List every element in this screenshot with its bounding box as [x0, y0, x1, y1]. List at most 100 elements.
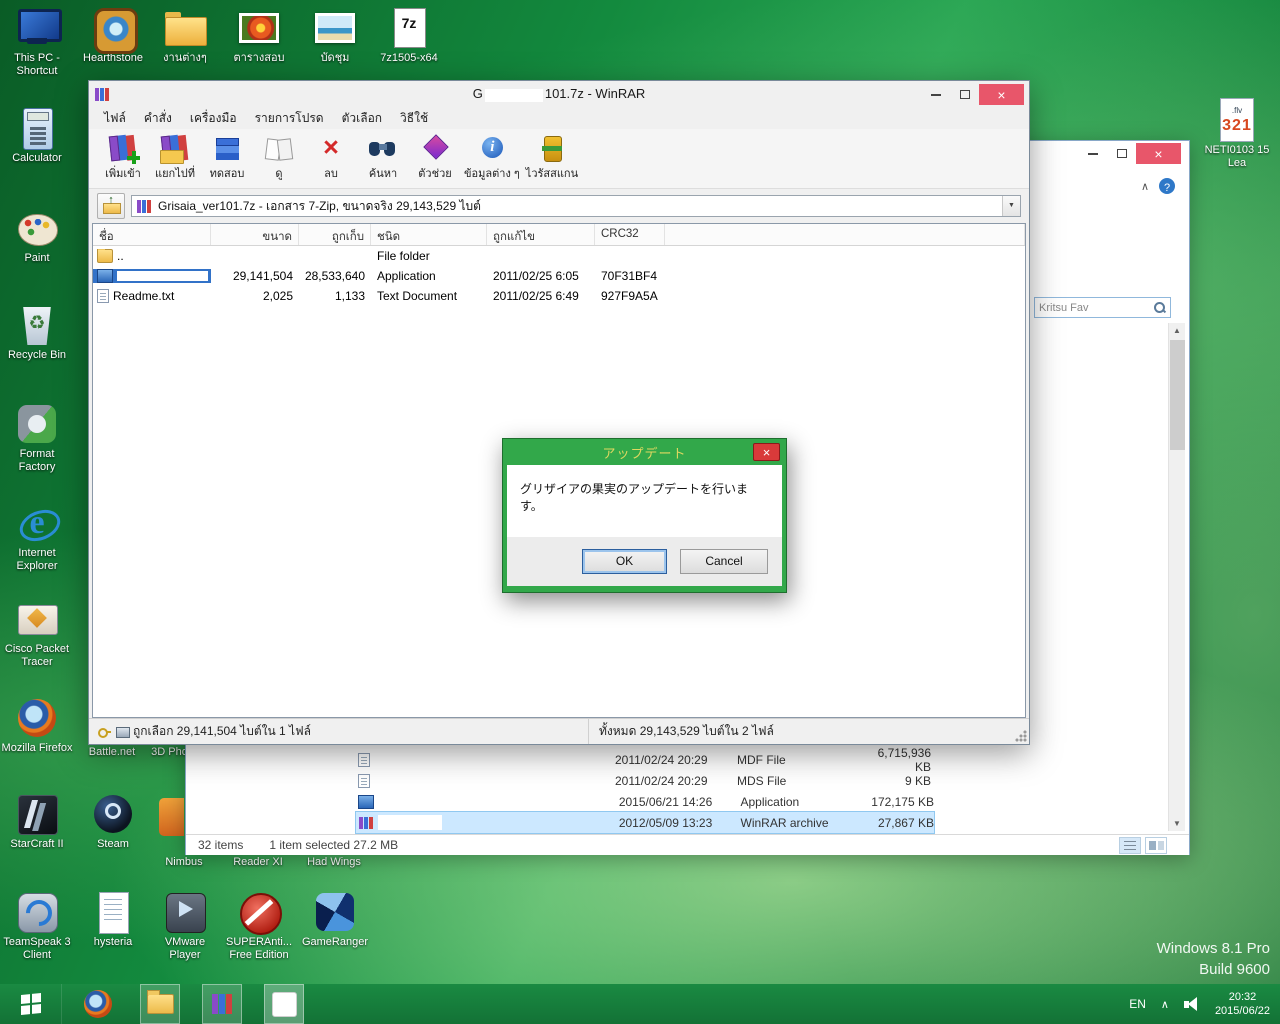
column-header-crc32[interactable]: CRC32	[595, 224, 665, 245]
desktop-icon-this-pc[interactable]: This PC - Shortcut	[0, 6, 74, 78]
desktop-icon-7zip-installer[interactable]: 7z1505-x64	[372, 6, 446, 65]
extract-to-button[interactable]: แยกไปที่	[149, 132, 201, 183]
language-indicator[interactable]: EN	[1129, 997, 1146, 1011]
maximize-button[interactable]	[950, 84, 979, 105]
update-dialog[interactable]: アップデート グリザイアの果実のアップデートを行います。 OK Cancel	[502, 438, 787, 593]
flv-badge: 321	[1222, 116, 1252, 134]
maximize-button[interactable]	[1107, 143, 1136, 164]
menu-favorites[interactable]: รายการโปรด	[246, 107, 333, 130]
cancel-button[interactable]: Cancel	[680, 549, 768, 574]
desktop-icon-neti-flv[interactable]: .flv 321 NETI0103 15 Lea	[1200, 98, 1274, 170]
scroll-up-arrow-icon[interactable]	[1169, 323, 1185, 338]
menu-commands[interactable]: คำสั่ง	[135, 107, 181, 130]
show-hidden-icons-chevron[interactable]	[1161, 995, 1169, 1013]
wizard-button[interactable]: ตัวช่วย	[409, 132, 461, 183]
start-button[interactable]	[0, 984, 62, 1024]
explorer-file-row-selected[interactable]: 2012/05/09 13:23 WinRAR archive 27,867 K…	[355, 811, 935, 834]
desktop-icon-teamspeak[interactable]: TeamSpeak 3 Client	[0, 890, 74, 962]
dialog-title-bar[interactable]: アップデート	[507, 439, 782, 465]
view-button[interactable]: ดู	[253, 132, 305, 183]
icons-view-button[interactable]	[1145, 837, 1167, 854]
desktop-icon-hysteria[interactable]: hysteria	[76, 890, 150, 949]
desktop-icon-label-hadwings[interactable]: Had Wings	[294, 856, 374, 869]
desktop-icon-firefox[interactable]: Mozilla Firefox	[0, 696, 74, 755]
close-button[interactable]	[1136, 143, 1181, 164]
desktop-icon-superantispyware[interactable]: SUPERAnti... Free Edition	[222, 890, 296, 962]
ribbon-collapse-icon[interactable]	[1141, 177, 1149, 195]
desktop-icon-work-folder[interactable]: งานต่างๆ	[148, 6, 222, 65]
scrollbar-thumb[interactable]	[1170, 340, 1185, 450]
disk-icon[interactable]	[115, 724, 130, 739]
ok-button[interactable]: OK	[582, 549, 667, 574]
virus-scan-button[interactable]: ไวรัสสแกน	[523, 132, 581, 183]
desktop-icon-photo-flower[interactable]: ตารางสอบ	[222, 6, 296, 65]
explorer-file-row[interactable]: 2015/06/21 14:26 Application 172,175 KB	[356, 791, 934, 812]
file-row-up-dir[interactable]: .. File folder	[93, 246, 1025, 266]
desktop-icon-steam[interactable]: Steam	[76, 792, 150, 851]
close-button[interactable]	[979, 84, 1024, 105]
key-icon[interactable]	[97, 724, 112, 739]
test-button[interactable]: ทดสอบ	[201, 132, 253, 183]
desktop-icon-format-factory[interactable]: Format Factory	[0, 402, 74, 474]
add-button[interactable]: เพิ่มเข้า	[97, 132, 149, 183]
desktop-icon-internet-explorer[interactable]: Internet Explorer	[0, 501, 74, 573]
taskbar-clock[interactable]: 20:32 2015/06/22	[1215, 990, 1270, 1018]
file-row-selected[interactable]: 29,141,504 28,533,640 Application 2011/0…	[93, 266, 1025, 286]
desktop-icon-cisco-packet-tracer[interactable]: Cisco Packet Tracer	[0, 597, 74, 669]
desktop-icon-photo-beach[interactable]: บัดชุม	[298, 6, 372, 65]
file-row-readme[interactable]: Readme.txt 2,025 1,133 Text Document 201…	[93, 286, 1025, 306]
desktop-icon-gameranger[interactable]: GameRanger	[298, 890, 372, 949]
column-header-name[interactable]: ชื่อ	[93, 224, 211, 245]
desktop-icon-calculator[interactable]: Calculator	[0, 106, 74, 165]
minimize-button[interactable]	[1078, 143, 1107, 164]
delete-button[interactable]: ลบ	[305, 132, 357, 183]
column-header-filler	[665, 224, 1025, 245]
speaker-icon[interactable]	[1183, 996, 1200, 1012]
menu-help[interactable]: วิธีใช้	[391, 107, 437, 130]
resize-grip[interactable]	[1014, 729, 1027, 742]
desktop-icon-vmware[interactable]: VMware Player	[148, 890, 222, 962]
minimize-button[interactable]	[921, 84, 950, 105]
scrollbar[interactable]	[1168, 323, 1185, 831]
up-one-level-button[interactable]	[97, 193, 125, 219]
censor-box	[484, 88, 543, 102]
dropdown-arrow-icon[interactable]	[1002, 196, 1020, 216]
censor-box	[117, 271, 208, 281]
search-icon[interactable]	[1153, 301, 1166, 314]
explorer-search-box[interactable]: Kritsu Fav	[1034, 297, 1171, 318]
details-view-button[interactable]	[1119, 837, 1141, 854]
taskbar-updater-button[interactable]	[264, 984, 304, 1024]
desktop-icon-label-nimbus[interactable]: Nimbus	[148, 856, 220, 869]
taskbar-firefox-button[interactable]	[78, 984, 118, 1024]
column-header-modified[interactable]: ถูกแก้ไข	[487, 224, 595, 245]
archive-path-combo[interactable]: Grisaia_ver101.7z - เอกสาร 7-Zip, ขนาดจร…	[131, 195, 1021, 217]
find-button[interactable]: ค้นหา	[357, 132, 409, 183]
column-header-type[interactable]: ชนิด	[371, 224, 487, 245]
desktop-icon-label-battlenet[interactable]: Battle.net	[76, 746, 148, 759]
taskbar-explorer-button[interactable]	[140, 984, 180, 1024]
explorer-file-row[interactable]: 2011/02/24 20:29 MDF File 6,715,936 KB	[356, 746, 934, 774]
menu-tools[interactable]: เครื่องมือ	[181, 107, 246, 130]
scroll-down-arrow-icon[interactable]	[1169, 816, 1185, 831]
desktop-icon-paint[interactable]: Paint	[0, 206, 74, 265]
menu-file[interactable]: ไฟล์	[95, 107, 135, 130]
file-size: 6,715,936 KB	[877, 745, 931, 774]
column-header-size[interactable]: ขนาด	[211, 224, 299, 245]
desktop-icon-recycle-bin[interactable]: Recycle Bin	[0, 303, 74, 362]
desktop-icon-label-readerxi[interactable]: Reader XI	[222, 856, 294, 869]
taskbar: EN 20:32 2015/06/22	[0, 984, 1280, 1024]
winrar-title-bar[interactable]: G 101.7z - WinRAR	[89, 81, 1029, 107]
partial-desktop-icon[interactable]	[159, 798, 184, 836]
info-button[interactable]: ข้อมูลต่าง ๆ	[461, 132, 523, 183]
help-button[interactable]	[1159, 178, 1175, 194]
desktop-icon-hearthstone[interactable]: Hearthstone	[76, 6, 150, 65]
dialog-close-button[interactable]	[753, 443, 780, 461]
menu-options[interactable]: ตัวเลือก	[333, 107, 391, 130]
window-icon	[271, 991, 297, 1017]
desktop-icon-starcraft2[interactable]: StarCraft II	[0, 792, 74, 851]
taskbar-winrar-button[interactable]	[202, 984, 242, 1024]
winrar-window[interactable]: G 101.7z - WinRAR ไฟล์ คำสั่ง เครื่องมือ …	[88, 80, 1030, 745]
winrar-status-bar: ถูกเลือก 29,141,504 ไบต์ใน 1 ไฟล์ ทั้งหม…	[89, 718, 1029, 744]
column-header-packed[interactable]: ถูกเก็บ	[299, 224, 371, 245]
explorer-file-row[interactable]: 2011/02/24 20:29 MDS File 9 KB	[356, 770, 934, 791]
